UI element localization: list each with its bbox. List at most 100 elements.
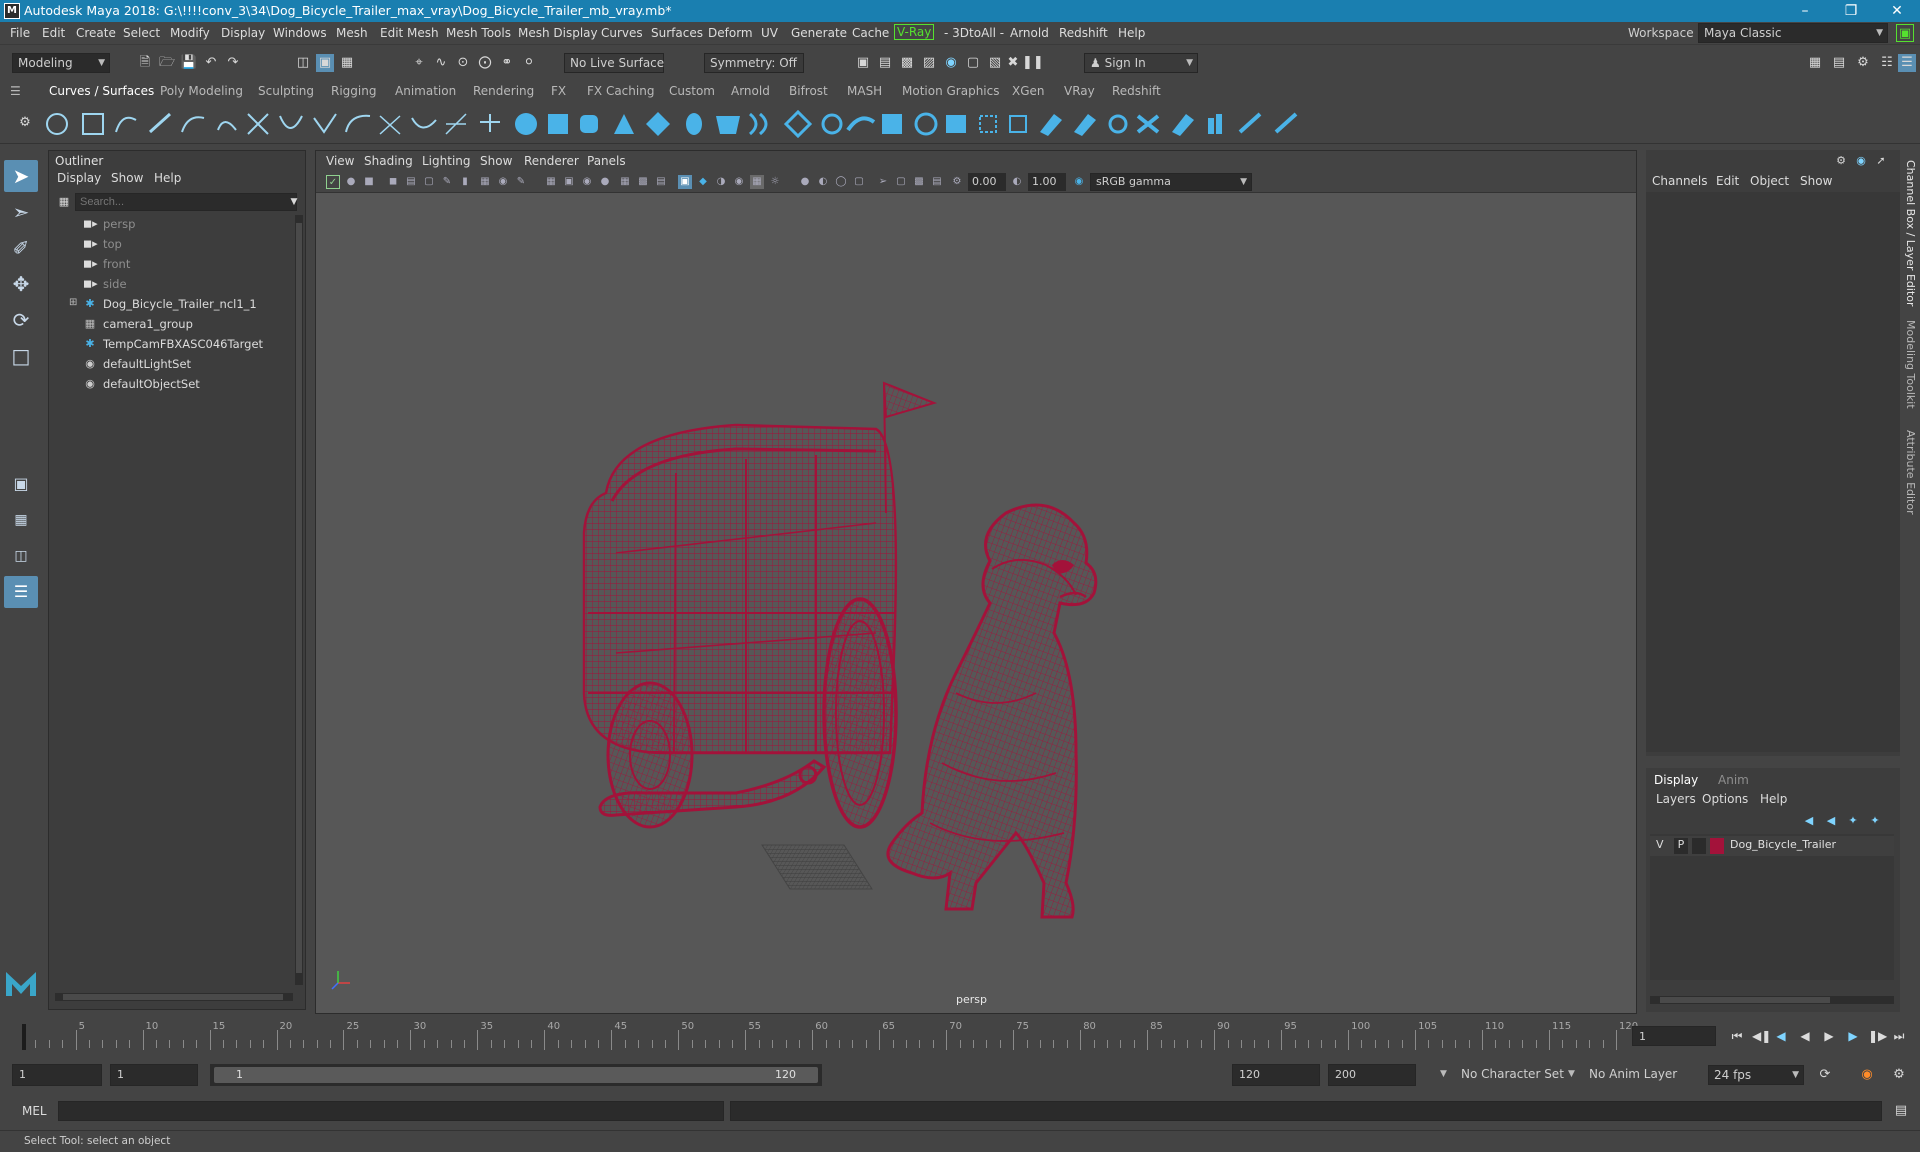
move-layer-down-icon[interactable]: ◀ bbox=[1822, 812, 1840, 830]
motion-blur-icon[interactable]: ◉ bbox=[732, 175, 746, 189]
nurbs-plane-icon[interactable] bbox=[646, 112, 670, 136]
shelf-tab-arnold[interactable]: Arnold bbox=[731, 84, 770, 98]
depth-of-field-icon[interactable]: ☼ bbox=[768, 175, 782, 189]
shelf-tab-motion-graphics[interactable]: Motion Graphics bbox=[902, 84, 1000, 98]
sculpt-tool-icon[interactable] bbox=[1238, 112, 1262, 134]
scale-tool-icon[interactable]: □ bbox=[4, 340, 38, 372]
step-forward-key-icon[interactable]: ▶ bbox=[1846, 1029, 1860, 1043]
outliner-vertical-scrollbar[interactable] bbox=[295, 215, 303, 985]
shelf-tab-curves-surfaces[interactable]: Curves / Surfaces bbox=[49, 84, 154, 98]
outliner-item-default-object-set[interactable]: ◉ defaultObjectSet bbox=[69, 375, 295, 393]
wireframe-icon[interactable]: ● bbox=[598, 175, 612, 189]
outliner-item-top[interactable]: ◼▸ top bbox=[69, 235, 295, 253]
grease-pencil-icon[interactable]: ✎ bbox=[440, 175, 454, 189]
resolution-gate-icon[interactable]: ▦ bbox=[478, 175, 492, 189]
layer-row[interactable]: V P Dog_Bicycle_Trailer bbox=[1650, 836, 1894, 856]
gamma-field[interactable]: 1.00 bbox=[1028, 173, 1066, 191]
step-back-key-icon[interactable]: ◀ bbox=[1774, 1029, 1788, 1043]
outliner-item-front[interactable]: ◼▸ front bbox=[69, 255, 295, 273]
shelf-tab-fx-caching[interactable]: FX Caching bbox=[587, 84, 654, 98]
menu-windows[interactable]: Windows bbox=[273, 26, 327, 40]
trim-icon[interactable] bbox=[1040, 114, 1062, 136]
layer-display-type-toggle[interactable] bbox=[1692, 838, 1706, 854]
new-scene-icon[interactable]: 🗎 bbox=[136, 54, 154, 72]
attribute-editor-icon[interactable]: ▤ bbox=[1830, 54, 1848, 72]
select-tool-icon[interactable]: ➤ bbox=[4, 160, 38, 192]
project-curve-icon[interactable] bbox=[979, 115, 997, 133]
menu-mesh-tools[interactable]: Mesh Tools bbox=[446, 26, 511, 40]
menu-generate[interactable]: Generate bbox=[791, 26, 847, 40]
menu-surfaces[interactable]: Surfaces bbox=[651, 26, 703, 40]
frame-all-icon[interactable]: ▩ bbox=[912, 175, 926, 189]
shelf-tab-vray[interactable]: VRay bbox=[1064, 84, 1095, 98]
select-marquee-icon[interactable]: ➢ bbox=[876, 175, 890, 189]
outliner-item-camera1-group[interactable]: ▦ camera1_group bbox=[69, 315, 295, 333]
fit-panel-icon[interactable]: ▤ bbox=[930, 175, 944, 189]
channel-box-display-icon[interactable]: ◉ bbox=[1852, 152, 1870, 170]
menu-help[interactable]: Help bbox=[1118, 26, 1145, 40]
shelf-tab-mash[interactable]: MASH bbox=[847, 84, 882, 98]
script-editor-icon[interactable]: ▤ bbox=[1892, 1102, 1910, 1120]
nurbs-square-icon[interactable] bbox=[82, 113, 104, 135]
square-surface-icon[interactable] bbox=[946, 115, 966, 133]
live-surface-field[interactable]: No Live Surface bbox=[564, 53, 664, 73]
cv-curve-icon[interactable] bbox=[115, 116, 137, 133]
menu-select[interactable]: Select bbox=[123, 26, 160, 40]
shadows-icon[interactable]: ◆ bbox=[696, 175, 710, 189]
gate-mask-icon[interactable]: ◉ bbox=[496, 175, 510, 189]
reverse-curve-icon[interactable] bbox=[480, 114, 500, 132]
planar-icon[interactable] bbox=[783, 110, 813, 138]
layer-name[interactable]: Dog_Bicycle_Trailer bbox=[1730, 838, 1836, 851]
bookmarks-icon[interactable]: ◼ bbox=[386, 175, 400, 189]
outliner-search-input[interactable] bbox=[75, 193, 297, 211]
outliner-item-persp[interactable]: ◼▸ persp bbox=[69, 215, 295, 233]
pause-icon[interactable]: ❚❚ bbox=[1022, 54, 1044, 72]
end-time-field[interactable]: 200 bbox=[1328, 1064, 1416, 1086]
select-object-icon[interactable]: ▣ bbox=[316, 54, 334, 72]
move-tool-icon[interactable]: ✥ bbox=[4, 268, 38, 300]
go-to-start-icon[interactable]: ⏮ bbox=[1730, 1029, 1744, 1043]
paint-select-tool-icon[interactable]: ✐ bbox=[4, 232, 38, 264]
untrim-icon[interactable] bbox=[1074, 114, 1096, 136]
animation-preferences-icon[interactable]: ⚙ bbox=[1890, 1066, 1908, 1084]
antialiasing-icon[interactable]: ▦ bbox=[750, 175, 764, 189]
side-tab-attribute-editor[interactable]: Attribute Editor bbox=[1904, 430, 1917, 515]
render-view-icon[interactable]: ▢ bbox=[964, 54, 982, 72]
hypershade-icon[interactable]: ◉ bbox=[942, 54, 960, 72]
grid-icon[interactable]: ▦ bbox=[544, 175, 558, 189]
rotate-tool-icon[interactable]: ⟳ bbox=[4, 304, 38, 336]
four-view-layout-icon[interactable]: ▦ bbox=[4, 504, 38, 536]
channel-box-content[interactable] bbox=[1646, 192, 1900, 752]
channel-box-float-icon[interactable]: ➚ bbox=[1872, 152, 1890, 170]
fillet-curve-icon[interactable] bbox=[279, 115, 303, 129]
menu-edit[interactable]: Edit bbox=[42, 26, 65, 40]
layer-visibility-toggle[interactable]: V bbox=[1656, 838, 1664, 851]
snap-vertex-icon[interactable]: ⚪ bbox=[520, 54, 538, 72]
render-settings-icon[interactable]: ▨ bbox=[920, 54, 938, 72]
shelf-tab-xgen[interactable]: XGen bbox=[1012, 84, 1045, 98]
snap-surface-icon[interactable]: ⚭ bbox=[498, 54, 516, 72]
menu-vray[interactable]: V-Ray bbox=[894, 24, 935, 40]
2d-pan-zoom-icon[interactable]: ▢ bbox=[422, 175, 436, 189]
shelf-tab-poly-modeling[interactable]: Poly Modeling bbox=[160, 84, 243, 98]
loft-icon[interactable] bbox=[748, 112, 768, 136]
channel-box-menu-edit[interactable]: Edit bbox=[1716, 174, 1739, 188]
step-forward-icon[interactable]: ❚▶ bbox=[1868, 1029, 1887, 1043]
pencil-curve-icon[interactable] bbox=[148, 112, 172, 134]
channel-box-dock-icon[interactable]: ⚙ bbox=[1832, 152, 1850, 170]
lock-icon[interactable]: ▣ bbox=[1896, 24, 1914, 42]
shelf-tab-sculpting[interactable]: Sculpting bbox=[258, 84, 314, 98]
workspace-dropdown[interactable]: Maya Classic ▼ bbox=[1698, 23, 1888, 43]
cut-curve-icon[interactable] bbox=[247, 113, 269, 135]
sign-in-button[interactable]: ♟ Sign In ▼ bbox=[1084, 53, 1198, 73]
arc-icon[interactable] bbox=[217, 121, 237, 131]
xray-joints-icon[interactable]: ◯ bbox=[834, 175, 848, 189]
menu-display[interactable]: Display bbox=[221, 26, 265, 40]
auto-key-icon[interactable]: ◉ bbox=[1858, 1066, 1876, 1084]
viewport-menu-renderer[interactable]: Renderer bbox=[524, 154, 579, 168]
insert-knot-icon[interactable] bbox=[445, 113, 467, 135]
nurbs-sphere-icon[interactable] bbox=[515, 113, 537, 135]
safe-title-icon[interactable]: ◉ bbox=[580, 175, 594, 189]
menu-cache[interactable]: Cache bbox=[852, 26, 889, 40]
exposure-icon[interactable]: ⚙ bbox=[950, 175, 964, 189]
